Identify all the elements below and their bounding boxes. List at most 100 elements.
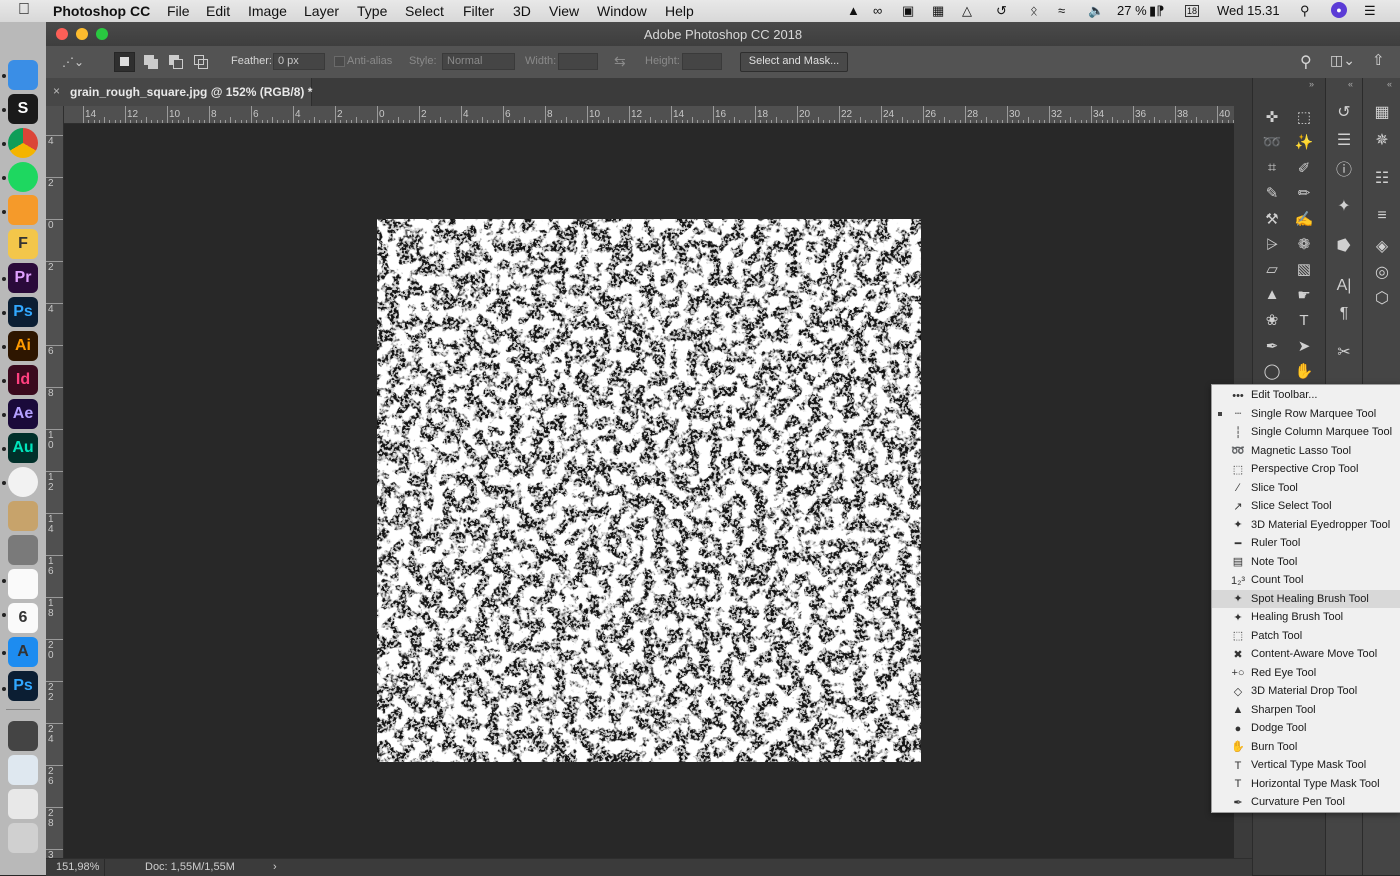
path-selection-tool[interactable]: ➤ <box>1291 335 1317 357</box>
airplay-icon[interactable]: △ <box>962 3 972 19</box>
search-icon[interactable]: ⚲ <box>1300 52 1312 72</box>
menu-filter[interactable]: Filter <box>463 3 494 19</box>
status-menu-arrow-icon[interactable]: › <box>273 861 277 873</box>
pencil-tool[interactable]: ✏ <box>1291 182 1317 204</box>
menu-view[interactable]: View <box>549 3 579 19</box>
spotlight-search-icon[interactable]: ⚲ <box>1300 3 1310 19</box>
flyout-item-healing-brush-tool[interactable]: ✦ Healing Brush Tool <box>1212 608 1400 627</box>
flyout-item-content-aware-move-tool[interactable]: ✖ Content-Aware Move Tool <box>1212 645 1400 664</box>
menu-select[interactable]: Select <box>405 3 444 19</box>
workspace-icon[interactable]: ◫⌄ <box>1330 52 1355 69</box>
flyout-item-magnetic-lasso-tool[interactable]: ➿ Magnetic Lasso Tool <box>1212 442 1400 461</box>
menu-layer[interactable]: Layer <box>304 3 339 19</box>
flyout-item-3d-material-drop-tool[interactable]: ◇ 3D Material Drop Tool <box>1212 682 1400 701</box>
dock-finder-icon[interactable] <box>8 60 38 90</box>
dock-aftereffects-icon[interactable]: Ae <box>8 399 38 429</box>
menu-3d[interactable]: 3D <box>513 3 531 19</box>
dock-system-preferences-icon[interactable] <box>8 535 38 565</box>
eyedropper-tool[interactable]: ✐ <box>1291 157 1317 179</box>
dock-image-file-icon[interactable] <box>8 789 38 819</box>
width-input[interactable] <box>558 53 598 70</box>
menu-edit[interactable]: Edit <box>206 3 230 19</box>
menu-file[interactable]: File <box>167 3 190 19</box>
dock-app-store-icon[interactable]: A <box>8 637 38 667</box>
color-panel-icon[interactable]: ✵ <box>1367 128 1397 152</box>
channels-panel-icon[interactable]: ◎ <box>1367 260 1397 284</box>
magic-wand-tool[interactable]: ✨ <box>1291 131 1317 153</box>
dock-calendar-icon[interactable]: 6 <box>8 603 38 633</box>
dock-audition-icon[interactable]: Au <box>8 433 38 463</box>
ellipse-tool[interactable]: ◯ <box>1259 360 1285 382</box>
stamp-tool[interactable]: ⩥ <box>1259 233 1285 255</box>
blur-tool[interactable]: ▲ <box>1259 284 1285 306</box>
gradient-tool[interactable]: ▧ <box>1291 258 1317 280</box>
paragraph-panel-icon[interactable]: ¶ <box>1329 302 1359 326</box>
document-image-grain-texture[interactable] <box>377 219 921 762</box>
libraries-panel-icon[interactable]: ≡ <box>1367 204 1397 228</box>
menu-window[interactable]: Window <box>597 3 647 19</box>
document-tab[interactable]: × grain_rough_square.jpg @ 152% (RGB/8) … <box>46 78 312 106</box>
menu-image[interactable]: Image <box>248 3 287 19</box>
dock-illustrator-icon[interactable]: Ai <box>8 331 38 361</box>
volume-icon[interactable]: 🔈 <box>1088 3 1104 19</box>
zoom-level[interactable]: 151,98% <box>56 861 99 873</box>
flyout-item-burn-tool[interactable]: ✋ Burn Tool <box>1212 738 1400 757</box>
sponge-tool[interactable]: ❀ <box>1259 309 1285 331</box>
flyout-item-ruler-tool[interactable]: ━ Ruler Tool <box>1212 534 1400 553</box>
close-tab-icon[interactable]: × <box>53 84 60 98</box>
dock-indesign-icon[interactable]: Id <box>8 365 38 395</box>
flyout-item-dodge-tool[interactable]: ● Dodge Tool <box>1212 719 1400 738</box>
flyout-item-count-tool[interactable]: 1₂³ Count Tool <box>1212 571 1400 590</box>
swap-dimensions-icon[interactable]: ⇆ <box>614 53 626 70</box>
dock-trash-icon[interactable] <box>8 823 38 853</box>
time-machine-icon[interactable]: ↺ <box>996 3 1007 19</box>
dock-spotify-icon[interactable] <box>8 162 38 192</box>
document-size-info[interactable]: Doc: 1,55M/1,55M <box>145 861 235 873</box>
move-tool[interactable]: ✜ <box>1259 106 1285 128</box>
share-icon[interactable]: ⇧ <box>1372 51 1385 69</box>
layers-panel-icon[interactable]: ◈ <box>1367 234 1397 258</box>
dock-fontlab-icon[interactable]: F <box>8 229 38 259</box>
flyout-item-slice-select-tool[interactable]: ↗ Slice Select Tool <box>1212 497 1400 516</box>
eraser-tool[interactable]: ▱ <box>1259 258 1285 280</box>
dock-sketch-icon[interactable]: S <box>8 94 38 124</box>
antialias-checkbox[interactable] <box>334 56 345 67</box>
menu-app-name[interactable]: Photoshop CC <box>53 3 150 19</box>
flyout-item-3d-material-eyedropper-tool[interactable]: ✦ 3D Material Eyedropper Tool <box>1212 516 1400 535</box>
crop-tool[interactable]: ⌗ <box>1259 157 1285 179</box>
flyout-item-sharpen-tool[interactable]: ▲ Sharpen Tool <box>1212 701 1400 720</box>
menu-type[interactable]: Type <box>357 3 387 19</box>
dock-photos-icon[interactable] <box>8 467 38 497</box>
rectangular-marquee-tool[interactable]: ⬚ <box>1291 106 1317 128</box>
dock-photoshop-2-icon[interactable]: Ps <box>8 671 38 701</box>
add-to-selection-button[interactable] <box>141 52 161 72</box>
collapse-tools-icon[interactable]: » <box>1309 79 1314 89</box>
select-and-mask-button[interactable]: Select and Mask... <box>740 52 848 72</box>
collapse-panels-icon[interactable]: « <box>1348 79 1353 89</box>
siri-icon[interactable]: ● <box>1331 2 1347 18</box>
dock-screen-recorder-icon[interactable] <box>8 721 38 751</box>
wifi-icon[interactable]: ≈ <box>1058 3 1065 18</box>
collapse-panels-2-icon[interactable]: « <box>1387 79 1392 89</box>
feather-input[interactable]: 0 px <box>273 53 325 70</box>
clone-stamp-tool[interactable]: ⚒ <box>1259 208 1285 230</box>
dock-photoshop-icon[interactable]: Ps <box>8 297 38 327</box>
calendar-menu-icon[interactable]: 18 <box>1185 5 1200 17</box>
menu-help[interactable]: Help <box>665 3 694 19</box>
screen-icon[interactable]: ▣ <box>902 3 914 19</box>
dock-fruit-app-icon[interactable] <box>8 501 38 531</box>
hand-tool[interactable]: ✋ <box>1291 360 1317 382</box>
notification-center-icon[interactable]: ☰ <box>1364 3 1376 19</box>
adobe-status-icon[interactable]: ▲ <box>847 3 860 18</box>
tool-preset-picker[interactable]: ⋰⌄ <box>62 52 100 72</box>
adjustments-panel-icon[interactable]: ☷ <box>1367 166 1397 190</box>
clone-source-panel-icon[interactable]: ⭓ <box>1329 234 1359 258</box>
flyout-item-single-column-marquee-tool[interactable]: ┆ Single Column Marquee Tool <box>1212 423 1400 442</box>
dock-airmail-icon[interactable] <box>8 195 38 225</box>
info-panel-icon[interactable]: ⓘ <box>1329 156 1359 180</box>
dock-chrome-icon[interactable] <box>8 128 38 158</box>
flyout-item-patch-tool[interactable]: ⬚ Patch Tool <box>1212 627 1400 646</box>
brushes-panel-icon[interactable]: ✦ <box>1329 194 1359 218</box>
history-brush-tool[interactable]: ✍ <box>1291 208 1317 230</box>
bluetooth-icon[interactable]: ᛟ <box>1030 3 1038 18</box>
